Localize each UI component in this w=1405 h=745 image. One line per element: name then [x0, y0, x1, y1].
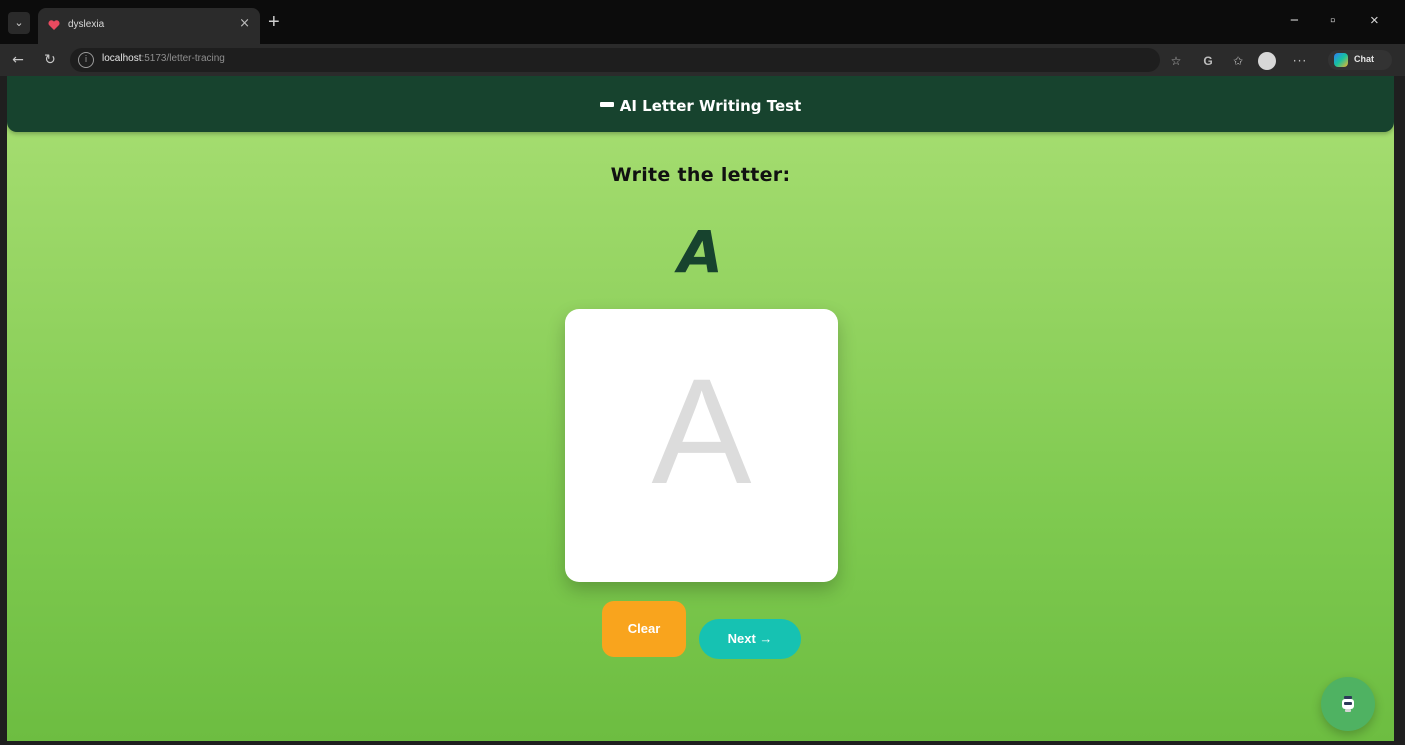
chevron-down-icon[interactable]: ⌄	[8, 12, 30, 34]
favorites-icon[interactable]: ✩	[1230, 53, 1246, 69]
url-path: :5173/letter-tracing	[141, 53, 225, 64]
robot-icon	[1341, 696, 1355, 712]
page-title-container: AI Letter Writing Test	[7, 76, 1394, 132]
url-text[interactable]: localhost:5173/letter-tracing	[102, 53, 225, 64]
back-arrow-icon[interactable]: ←	[8, 50, 28, 70]
site-info-icon[interactable]: i	[78, 52, 94, 68]
page-title: AI Letter Writing Test	[619, 97, 802, 115]
tab-title: dyslexia	[68, 19, 105, 30]
target-letter: A	[678, 218, 723, 286]
star-icon[interactable]: ☆	[1168, 53, 1184, 69]
trace-guide-letter: A	[651, 347, 752, 515]
next-button[interactable]: Next →	[699, 619, 801, 659]
close-window-button[interactable]: ×	[1370, 12, 1379, 30]
url-host: localhost	[102, 53, 142, 64]
tab-strip: ⌄ dyslexia × + − ▫ ×	[0, 0, 1405, 44]
clear-button[interactable]: Clear	[602, 601, 686, 657]
tracing-canvas[interactable]: A	[565, 309, 838, 582]
pencil-icon	[599, 102, 614, 107]
copilot-logo-icon	[1334, 53, 1348, 67]
minimize-button[interactable]: −	[1290, 12, 1299, 30]
heart-favicon-icon	[48, 19, 60, 31]
assistant-fab-button[interactable]	[1321, 677, 1375, 731]
address-bar-row: ← ↻ i localhost:5173/letter-tracing ☆ G …	[0, 44, 1405, 76]
g-icon[interactable]: G	[1200, 53, 1216, 69]
refresh-icon[interactable]: ↻	[40, 50, 60, 70]
letter-prompt: Write the letter:	[610, 164, 791, 186]
url-bar[interactable]: i localhost:5173/letter-tracing	[70, 48, 1160, 72]
chat-label: Chat	[1354, 54, 1374, 64]
browser-window: ⌄ dyslexia × + − ▫ × ← ↻ i localhost:517…	[0, 0, 1405, 745]
page-viewport: AI Letter Writing Test Write the letter:…	[7, 76, 1394, 741]
new-tab-button[interactable]: +	[268, 12, 280, 32]
tab-close-icon[interactable]: ×	[239, 16, 250, 31]
maximize-button[interactable]: ▫	[1330, 12, 1335, 30]
profile-avatar[interactable]	[1258, 52, 1276, 70]
browser-tab[interactable]: dyslexia ×	[38, 8, 260, 44]
chat-button[interactable]: Chat	[1328, 50, 1392, 70]
app-header: AI Letter Writing Test	[7, 76, 1394, 132]
more-icon[interactable]: ···	[1292, 53, 1308, 69]
